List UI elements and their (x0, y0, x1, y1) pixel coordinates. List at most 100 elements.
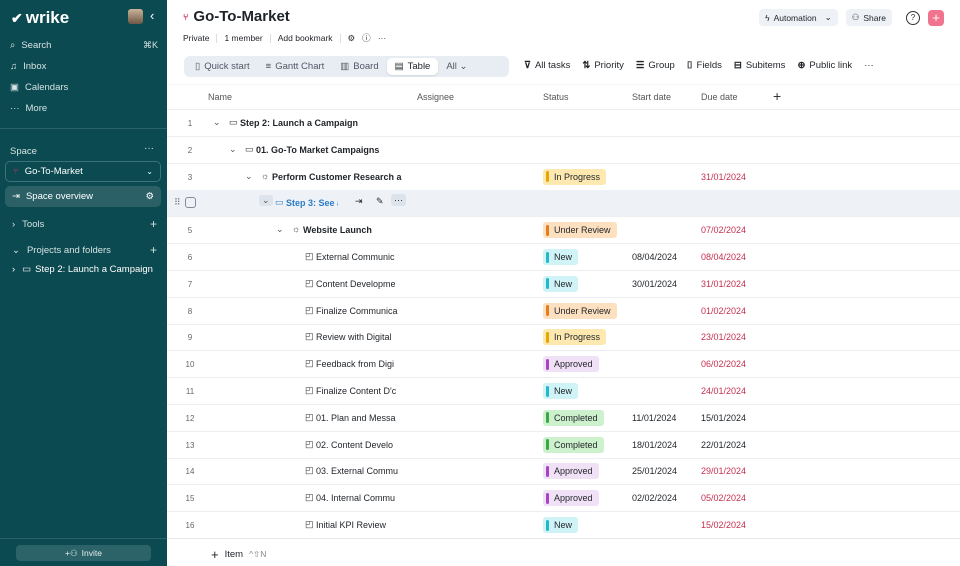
nav-more[interactable]: ···More (10, 103, 158, 114)
add-column-icon[interactable]: + (773, 88, 781, 104)
due-date[interactable]: 05/02/2024 (701, 493, 746, 503)
sort-button[interactable]: ⇅Priority (582, 60, 624, 71)
col-due-date[interactable]: Due date (701, 92, 738, 102)
row-name[interactable]: Step 2: Launch a Campaign (240, 118, 358, 128)
status-badge[interactable]: In Progress (543, 329, 606, 345)
add-bookmark[interactable]: Add bookmark (278, 33, 333, 43)
start-date[interactable]: 25/01/2024 (632, 466, 677, 476)
drag-handle-icon[interactable]: ⠿ (174, 197, 181, 208)
space-overview[interactable]: ⇥Space overview⚙ (5, 186, 161, 207)
col-status[interactable]: Status (543, 92, 569, 102)
row-name[interactable]: Feedback from Digi (316, 359, 394, 369)
status-badge[interactable]: Completed (543, 410, 604, 426)
start-date[interactable]: 02/02/2024 (632, 493, 677, 503)
row-name[interactable]: 04. Internal Commu (316, 493, 395, 503)
table-row[interactable]: 8◰Finalize CommunicaUnder Review01/02/20… (167, 298, 960, 325)
tab-gantt-chart[interactable]: ≡Gantt Chart (258, 58, 333, 75)
table-row[interactable]: ⠿⌄▭Step 3: See a⇥✎··· (167, 190, 960, 217)
help-icon[interactable]: ? (906, 11, 920, 25)
plus-icon[interactable]: + (150, 243, 157, 257)
status-badge[interactable]: Under Review (543, 303, 617, 319)
status-badge[interactable]: Under Review (543, 222, 617, 238)
chevron-down-icon[interactable]: ⌄ (245, 171, 253, 182)
table-row[interactable]: 6◰External CommunicNew08/04/202408/04/20… (167, 244, 960, 271)
start-date[interactable]: 18/01/2024 (632, 440, 677, 450)
status-badge[interactable]: Approved (543, 356, 599, 372)
col-start-date[interactable]: Start date (632, 92, 671, 102)
fields-button[interactable]: ⌷Fields (687, 60, 722, 71)
filter-button[interactable]: ⊽All tasks (524, 60, 570, 71)
gear-icon[interactable]: ⚙ (348, 33, 356, 44)
tab-all[interactable]: All ⌄ (438, 58, 475, 75)
row-name[interactable]: Perform Customer Research a (272, 172, 402, 182)
row-name[interactable]: 02. Content Develo (316, 440, 393, 450)
col-assignee[interactable]: Assignee (417, 92, 454, 102)
collapse-sidebar-icon[interactable]: ‹ (150, 8, 154, 23)
table-row[interactable]: 5⌄☼Website LaunchUnder Review07/02/2024 (167, 217, 960, 244)
space-more-icon[interactable]: ··· (144, 143, 154, 154)
members[interactable]: 1 member (224, 33, 262, 43)
due-date[interactable]: 08/04/2024 (701, 252, 746, 262)
due-date[interactable]: 01/02/2024 (701, 306, 746, 316)
chevron-down-icon[interactable]: ⌄ (259, 195, 273, 206)
table-row[interactable]: 16◰Initial KPI ReviewNew15/02/2024 (167, 512, 960, 539)
space-selector[interactable]: ⑂Go-To-Market⌄ (5, 161, 161, 182)
table-row[interactable]: 12◰01. Plan and MessaCompleted11/01/2024… (167, 405, 960, 432)
more-icon[interactable]: ··· (864, 60, 874, 71)
avatar[interactable] (128, 9, 143, 24)
row-name[interactable]: Finalize Communica (316, 306, 398, 316)
more-icon[interactable]: ··· (391, 194, 406, 206)
invite-button[interactable]: +⚇Invite (16, 545, 151, 561)
group-button[interactable]: ☰Group (636, 60, 675, 71)
status-badge[interactable]: New (543, 249, 578, 265)
table-row[interactable]: 11◰Finalize Content D'cNew24/01/2024 (167, 378, 960, 405)
row-name[interactable]: Finalize Content D'c (316, 386, 396, 396)
due-date[interactable]: 06/02/2024 (701, 359, 746, 369)
status-badge[interactable]: In Progress (543, 169, 606, 185)
due-date[interactable]: 15/01/2024 (701, 413, 746, 423)
add-item-button[interactable]: +Item^⇧N (211, 547, 266, 562)
row-name[interactable]: Review with Digital (316, 332, 392, 342)
row-name[interactable]: External Communic (316, 252, 395, 262)
due-date[interactable]: 15/02/2024 (701, 520, 746, 530)
tools-section[interactable]: ›Tools+ (12, 217, 157, 231)
status-badge[interactable]: New (543, 383, 578, 399)
projects-section[interactable]: ⌄Projects and folders+ (12, 243, 157, 257)
due-date[interactable]: 24/01/2024 (701, 386, 746, 396)
due-date[interactable]: 31/01/2024 (701, 279, 746, 289)
privacy[interactable]: Private (183, 33, 209, 43)
start-date[interactable]: 08/04/2024 (632, 252, 677, 262)
chevron-down-icon[interactable]: ⌄ (213, 117, 221, 128)
status-badge[interactable]: Completed (543, 437, 604, 453)
status-badge[interactable]: New (543, 276, 578, 292)
subitems-button[interactable]: ⊟Subitems (734, 60, 786, 71)
wrike-logo[interactable]: ✔wrike (11, 8, 69, 28)
table-row[interactable]: 7◰Content DevelopmeNew30/01/202431/01/20… (167, 271, 960, 298)
row-name[interactable]: Initial KPI Review (316, 520, 386, 530)
table-row[interactable]: 1⌄▭Step 2: Launch a Campaign (167, 110, 960, 137)
project-item[interactable]: ›▭Step 2: Launch a Campaign (12, 264, 157, 275)
table-row[interactable]: 10◰Feedback from DigiApproved06/02/2024 (167, 351, 960, 378)
table-row[interactable]: 15◰04. Internal CommuApproved02/02/20240… (167, 485, 960, 512)
status-badge[interactable]: New (543, 517, 578, 533)
open-icon[interactable]: ⇥ (355, 196, 363, 207)
tab-board[interactable]: ▥Board (332, 58, 386, 75)
row-checkbox[interactable] (185, 197, 196, 208)
plus-icon[interactable]: + (150, 217, 157, 231)
start-date[interactable]: 11/01/2024 (632, 413, 676, 423)
row-name[interactable]: 03. External Commu (316, 466, 398, 476)
table-row[interactable]: 9◰Review with DigitalIn Progress23/01/20… (167, 324, 960, 351)
row-name[interactable]: 01. Plan and Messa (316, 413, 396, 423)
start-date[interactable]: 30/01/2024 (632, 279, 677, 289)
tab-quick-start[interactable]: ▯Quick start (187, 58, 258, 75)
table-row[interactable]: 14◰03. External CommuApproved25/01/20242… (167, 458, 960, 485)
due-date[interactable]: 07/02/2024 (701, 225, 746, 235)
more-icon[interactable]: ··· (378, 33, 387, 43)
gear-icon[interactable]: ⚙ (145, 191, 154, 202)
due-date[interactable]: 31/01/2024 (701, 172, 746, 182)
automation-button[interactable]: ϟAutomation⌄ (759, 9, 838, 26)
row-name[interactable]: Content Developme (316, 279, 396, 289)
info-icon[interactable]: ⓘ (362, 32, 371, 44)
edit-icon[interactable]: ✎ (376, 196, 384, 207)
row-name[interactable]: 01. Go-To Market Campaigns (256, 145, 379, 155)
